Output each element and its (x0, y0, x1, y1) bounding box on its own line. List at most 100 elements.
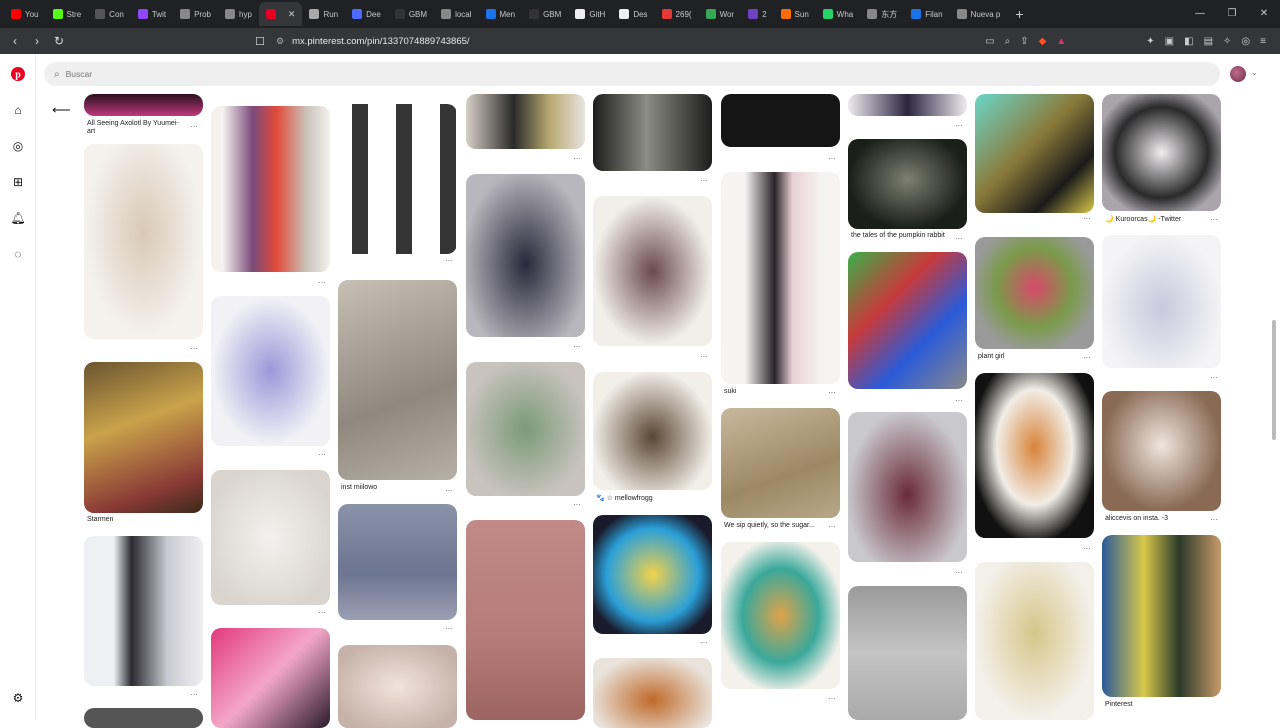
pin-card[interactable] (848, 94, 967, 116)
pin-card[interactable] (975, 562, 1094, 720)
pin-card[interactable] (848, 139, 967, 229)
browser-tab[interactable]: Run (302, 2, 345, 26)
browser-tab[interactable]: GBM (388, 2, 434, 26)
create-icon[interactable]: ⊞ (10, 174, 26, 190)
browser-tab[interactable]: Stre (46, 2, 89, 26)
close-window-icon[interactable]: ✕ (1248, 0, 1280, 28)
pin-more-options-icon[interactable]: ··· (445, 624, 453, 633)
forward-nav-icon[interactable]: › (26, 34, 48, 48)
extensions-icon[interactable]: ✦ (1146, 36, 1154, 47)
browser-tab[interactable]: Des (612, 2, 654, 26)
pin-more-options-icon[interactable]: ··· (828, 388, 836, 397)
pin-more-options-icon[interactable]: ··· (190, 344, 198, 353)
pin-more-options-icon[interactable]: ··· (700, 176, 708, 185)
pin-card[interactable] (1102, 391, 1221, 511)
pin-card[interactable] (338, 280, 457, 480)
minimize-icon[interactable]: — (1184, 0, 1216, 28)
browser-tab[interactable]: 东方 (860, 2, 904, 26)
pin-more-options-icon[interactable]: ··· (318, 450, 326, 459)
pin-card[interactable] (593, 515, 712, 634)
pin-more-options-icon[interactable]: ··· (318, 278, 326, 287)
pin-card[interactable] (466, 94, 585, 149)
settings-icon[interactable]: ⚙ (10, 690, 26, 706)
tabs-icon[interactable]: ▤ (1204, 36, 1213, 47)
pin-more-options-icon[interactable]: ··· (955, 568, 963, 577)
close-tab-icon[interactable]: ✕ (288, 9, 296, 20)
pin-more-options-icon[interactable]: ··· (190, 690, 198, 699)
pin-card[interactable] (338, 104, 457, 254)
browser-tab[interactable]: Nueva p (950, 2, 1008, 26)
pin-card[interactable] (466, 362, 585, 496)
browser-tab[interactable]: Con (88, 2, 131, 26)
browser-tab[interactable]: Wor (699, 2, 742, 26)
back-arrow-icon[interactable]: ⟵ (52, 102, 71, 118)
pin-more-options-icon[interactable]: ··· (955, 121, 963, 130)
browser-tab[interactable]: GBM (522, 2, 568, 26)
wallet-icon[interactable]: ▣ (1165, 36, 1174, 47)
browser-tab[interactable]: 269( (655, 2, 699, 26)
browser-tab[interactable]: ✕ (258, 2, 303, 26)
pin-card[interactable] (211, 628, 330, 728)
pin-more-options-icon[interactable]: ··· (955, 396, 963, 405)
pin-card[interactable] (721, 408, 840, 518)
pin-card[interactable] (211, 470, 330, 605)
messages-icon[interactable]: ◌ (10, 246, 26, 262)
browser-tab[interactable]: Dee (345, 2, 388, 26)
pin-card[interactable] (1102, 235, 1221, 368)
pin-card[interactable] (84, 144, 203, 339)
pin-card[interactable] (848, 412, 967, 562)
browser-tab[interactable]: GitH (568, 2, 612, 26)
pin-card[interactable] (593, 372, 712, 490)
pin-card[interactable] (975, 373, 1094, 538)
scrollbar[interactable] (1272, 320, 1276, 440)
menu-icon[interactable]: ≡ (1260, 36, 1266, 47)
pin-card[interactable] (84, 362, 203, 513)
bookmark-icon[interactable]: ☐ (250, 35, 270, 48)
pin-more-options-icon[interactable]: ··· (573, 500, 581, 509)
address-bar[interactable]: ⚙ mx.pinterest.com/pin/1337074889743865/ (276, 31, 985, 51)
pin-more-options-icon[interactable]: ··· (445, 256, 453, 265)
pin-card[interactable] (466, 520, 585, 720)
back-nav-icon[interactable]: ‹ (4, 34, 26, 48)
pin-more-options-icon[interactable]: ··· (1083, 544, 1091, 553)
browser-tab[interactable]: You (4, 2, 46, 26)
pin-more-options-icon[interactable]: ··· (828, 154, 836, 163)
notifications-icon[interactable]: 🔔︎ (10, 210, 26, 226)
pin-card[interactable] (466, 174, 585, 337)
pin-card[interactable] (975, 237, 1094, 349)
share-icon[interactable]: ⇪ (1020, 36, 1028, 47)
pin-card[interactable] (84, 536, 203, 686)
pin-more-options-icon[interactable]: ··· (573, 342, 581, 351)
pin-more-options-icon[interactable]: ··· (1083, 353, 1091, 362)
pin-more-options-icon[interactable]: ··· (573, 154, 581, 163)
home-icon[interactable]: ⌂ (10, 102, 26, 118)
maximize-icon[interactable]: ❐ (1216, 0, 1248, 28)
browser-tab[interactable]: Twit (131, 2, 173, 26)
pin-card[interactable] (721, 542, 840, 689)
browser-tab[interactable]: hyp (218, 2, 259, 26)
search-bar[interactable]: ⌕ Buscar (44, 62, 1220, 86)
pin-card[interactable] (84, 94, 203, 116)
vpn-icon[interactable]: ◎ (1241, 36, 1250, 47)
pin-more-options-icon[interactable]: ··· (700, 638, 708, 647)
pin-more-options-icon[interactable]: ··· (1083, 214, 1091, 223)
pin-card[interactable] (211, 296, 330, 446)
browser-tab[interactable]: Sun (774, 2, 816, 26)
pin-more-options-icon[interactable]: ··· (190, 122, 198, 131)
pin-card[interactable] (721, 172, 840, 384)
browser-tab[interactable]: Wha (816, 2, 860, 26)
pin-more-options-icon[interactable]: ··· (700, 352, 708, 361)
pin-more-options-icon[interactable]: ··· (1210, 215, 1218, 224)
pin-more-options-icon[interactable]: ··· (445, 486, 453, 495)
pin-card[interactable] (1102, 535, 1221, 697)
browser-tab[interactable]: Prob (173, 2, 218, 26)
browser-tab[interactable]: 2 (741, 2, 773, 26)
pin-card[interactable] (338, 645, 457, 728)
pin-card[interactable] (338, 504, 457, 620)
pin-card[interactable] (84, 708, 203, 728)
pin-card[interactable] (975, 94, 1094, 213)
avatar[interactable] (1230, 66, 1246, 82)
pin-card[interactable] (848, 252, 967, 389)
pin-more-options-icon[interactable]: ··· (828, 522, 836, 531)
browser-tab[interactable]: Men (479, 2, 523, 26)
